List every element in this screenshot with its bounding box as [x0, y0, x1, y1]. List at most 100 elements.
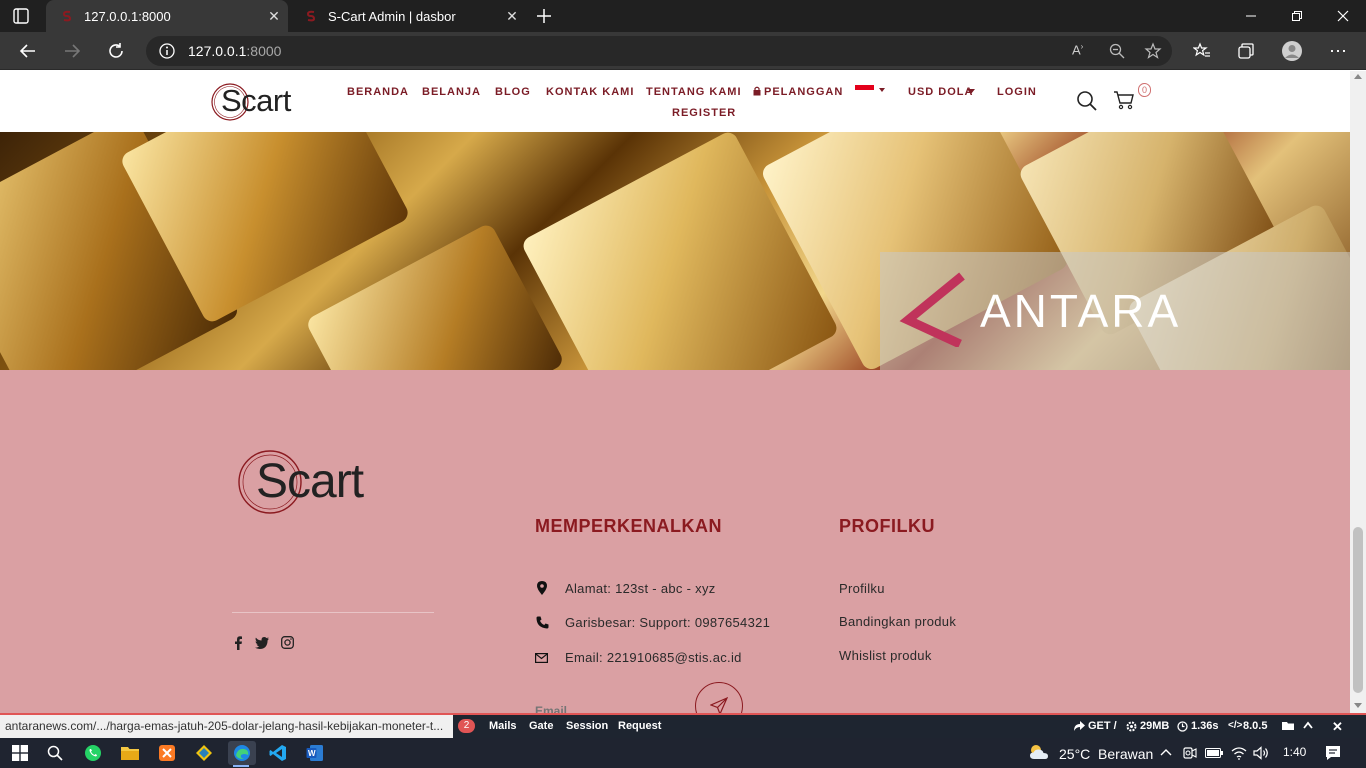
read-aloud-icon[interactable]: A›: [1072, 42, 1083, 57]
weather-cloud-icon[interactable]: [1028, 743, 1050, 761]
battery-icon[interactable]: [1205, 748, 1223, 758]
debug-tab-request[interactable]: Request: [618, 720, 661, 732]
twitter-icon[interactable]: [255, 637, 269, 649]
forward-icon[interactable]: [56, 35, 88, 67]
footer-logo[interactable]: Scart: [238, 448, 388, 516]
windows-taskbar: W 25°C Berawan 1:40: [0, 738, 1366, 768]
collections-icon[interactable]: [1230, 35, 1262, 67]
footer-email: Email: 221910685@stis.ac.id: [565, 650, 742, 665]
menu-tentang-kami[interactable]: TENTANG KAMI: [646, 86, 742, 98]
volume-icon[interactable]: [1253, 746, 1269, 760]
tab-title: 127.0.0.1:8000: [84, 8, 171, 24]
site-header: Scart BERANDA BELANJA BLOG KONTAK KAMI T…: [0, 71, 1350, 132]
phone-icon: [536, 616, 549, 629]
favorites-icon[interactable]: [1186, 35, 1218, 67]
close-debugbar-icon[interactable]: ✕: [1332, 719, 1343, 735]
zoom-icon[interactable]: [1108, 42, 1126, 60]
clock-text[interactable]: 1:40: [1283, 745, 1306, 759]
maximize-debugbar-icon[interactable]: [1303, 721, 1313, 729]
file-explorer-icon[interactable]: [118, 741, 142, 765]
minimize-icon[interactable]: [1228, 0, 1274, 32]
about-title: MEMPERKENALKAN: [535, 516, 722, 536]
page-scrollbar[interactable]: [1350, 71, 1366, 713]
close-tab-icon[interactable]: ✕: [498, 2, 526, 30]
tab-title: S-Cart Admin | dasbor: [328, 8, 456, 24]
newsletter-email-input[interactable]: [535, 693, 683, 713]
send-icon: [710, 697, 728, 713]
scroll-up-arrow-icon[interactable]: [1354, 74, 1362, 79]
debug-tab-mails[interactable]: Mails: [489, 720, 517, 732]
link-profilku[interactable]: Profilku: [839, 581, 885, 596]
menu-kontak-kami[interactable]: KONTAK KAMI: [546, 86, 634, 98]
vscode-icon[interactable]: [266, 741, 290, 765]
footer-logo-text: Scart: [256, 455, 364, 508]
tray-chevron-up-icon[interactable]: [1160, 748, 1172, 756]
weather-text[interactable]: 25°C Berawan: [1059, 746, 1153, 762]
profile-avatar[interactable]: [1276, 35, 1308, 67]
restore-icon[interactable]: [1274, 0, 1320, 32]
cart-icon[interactable]: [1113, 90, 1135, 110]
link-bandingkan-produk[interactable]: Bandingkan produk: [839, 614, 956, 629]
debug-time[interactable]: 1.36s: [1191, 720, 1219, 732]
svg-text:W: W: [308, 749, 316, 758]
cogs-icon: [1126, 721, 1137, 732]
logo-text: Scart: [221, 83, 291, 118]
site-info-icon[interactable]: [158, 42, 176, 60]
url-port: :8000: [246, 43, 282, 59]
url-host: 127.0.0.1: [188, 43, 247, 59]
close-tab-icon[interactable]: ✕: [260, 2, 288, 30]
taskbar-search-icon[interactable]: [43, 741, 67, 765]
folder-open-icon[interactable]: [1282, 721, 1295, 731]
debug-php-version[interactable]: 8.0.5: [1243, 720, 1267, 732]
xampp-icon[interactable]: [155, 741, 179, 765]
menu-pelanggan[interactable]: PELANGGAN: [764, 86, 843, 98]
refresh-icon[interactable]: [100, 35, 132, 67]
tab-actions-icon[interactable]: [12, 7, 30, 25]
facebook-icon[interactable]: [233, 636, 243, 650]
url-text[interactable]: 127.0.0.1:8000: [188, 43, 281, 59]
menu-login[interactable]: LOGIN: [997, 86, 1037, 98]
whatsapp-icon[interactable]: [81, 741, 105, 765]
back-icon[interactable]: [12, 35, 44, 67]
tab-localhost[interactable]: 127.0.0.1:8000 ✕: [46, 0, 288, 32]
camera-icon[interactable]: [1183, 746, 1197, 760]
cart-count: 0: [1141, 85, 1147, 95]
debug-tab-gate[interactable]: Gate: [529, 720, 553, 732]
add-favorite-icon[interactable]: [1144, 42, 1162, 60]
close-window-icon[interactable]: [1320, 0, 1366, 32]
clock-icon: [1177, 721, 1188, 732]
antara-watermark: ANTARA: [880, 252, 1350, 370]
link-whislist-produk[interactable]: Whislist produk: [839, 648, 932, 663]
newsletter-submit-button[interactable]: [695, 682, 743, 713]
menu-belanja[interactable]: BELANJA: [422, 86, 481, 98]
language-flag-dropdown[interactable]: [855, 85, 889, 97]
menu-blog[interactable]: BLOG: [495, 86, 531, 98]
footer-phone: Garisbesar: Support: 0987654321: [565, 615, 771, 630]
debug-method[interactable]: GET /: [1088, 720, 1117, 732]
scroll-down-arrow-icon[interactable]: [1354, 703, 1362, 708]
footer-address: Alamat: 123st - abc - xyz: [565, 581, 716, 596]
debug-tab-session[interactable]: Session: [566, 720, 608, 732]
debug-memory[interactable]: 29MB: [1140, 720, 1169, 732]
tab-scart-admin[interactable]: S-Cart Admin | dasbor ✕: [290, 0, 526, 32]
scrollbar-thumb[interactable]: [1353, 527, 1363, 693]
location-pin-icon: [537, 581, 547, 595]
mail-icon: [535, 653, 548, 663]
notifications-icon[interactable]: [1325, 745, 1341, 761]
browser-tab-bar: 127.0.0.1:8000 ✕ S-Cart Admin | dasbor ✕: [0, 0, 1366, 32]
word-icon[interactable]: W: [303, 741, 327, 765]
instagram-icon[interactable]: [281, 636, 294, 649]
address-bar[interactable]: 127.0.0.1:8000 A›: [146, 36, 1172, 66]
wifi-icon[interactable]: [1231, 746, 1247, 760]
menu-beranda[interactable]: BERANDA: [347, 86, 409, 98]
more-options-icon[interactable]: ⋯: [1322, 35, 1354, 67]
currency-dropdown[interactable]: USD DOLA: [908, 86, 973, 98]
git-app-icon[interactable]: [192, 741, 216, 765]
site-logo[interactable]: Scart: [210, 80, 302, 124]
new-tab-icon[interactable]: [534, 6, 554, 26]
windows-start-icon[interactable]: [8, 741, 32, 765]
search-icon[interactable]: [1076, 90, 1098, 112]
edge-browser-icon[interactable]: [228, 741, 256, 765]
menu-register[interactable]: REGISTER: [672, 107, 736, 119]
cart-count-badge: 0: [1138, 83, 1151, 97]
